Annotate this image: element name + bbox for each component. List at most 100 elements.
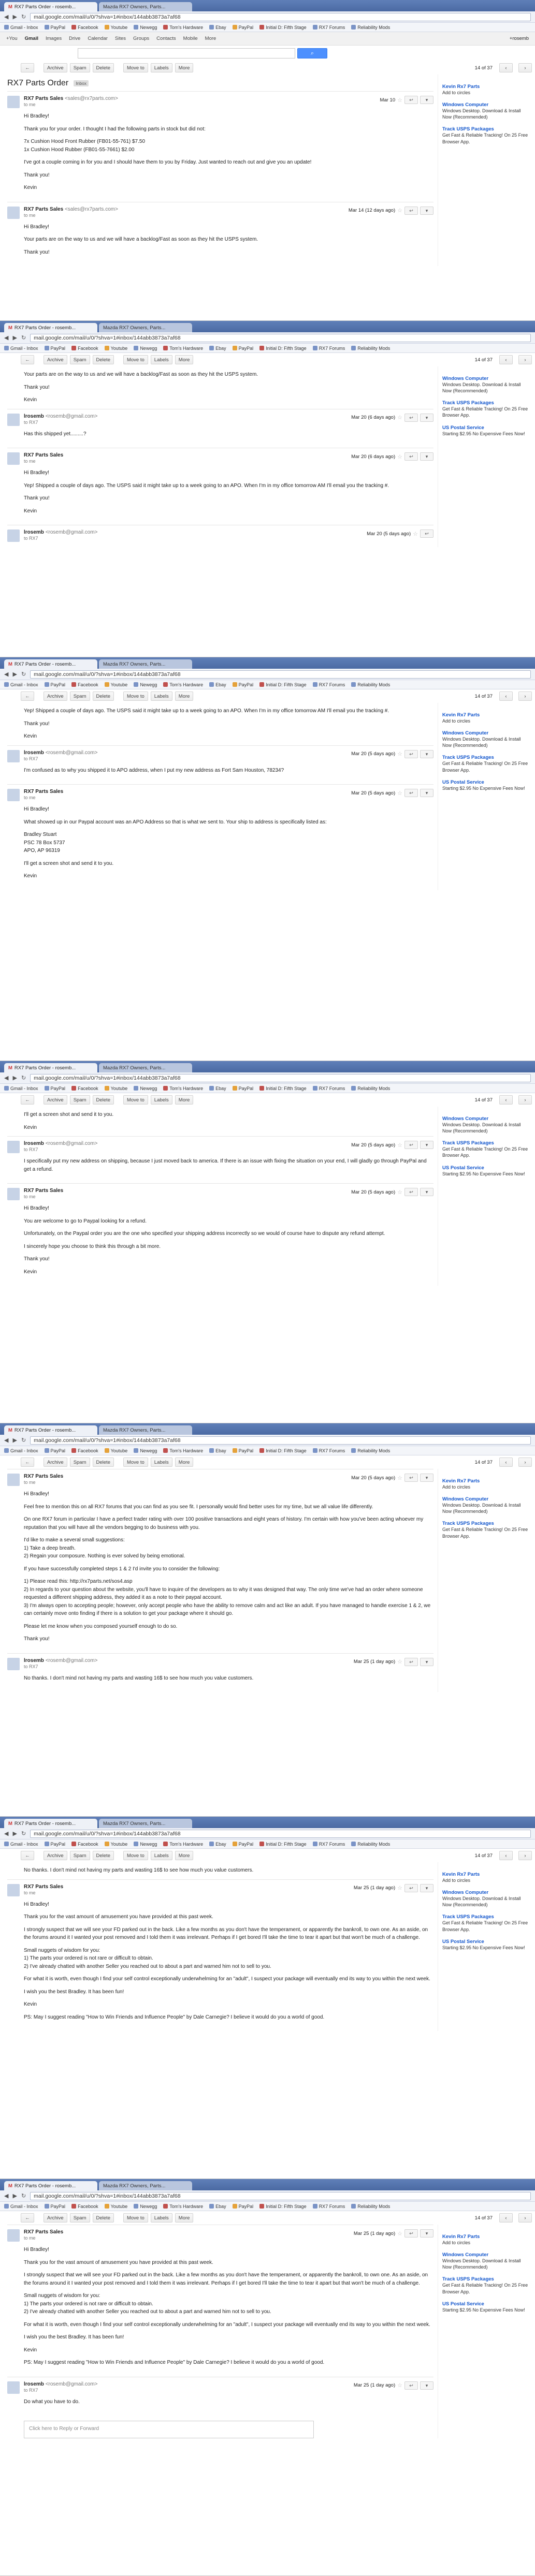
back-to-inbox-button[interactable]: ← [21, 691, 34, 701]
delete-button[interactable]: Delete [92, 63, 114, 72]
message-more-button[interactable]: ▾ [420, 1883, 433, 1892]
back-icon[interactable]: ◀ [4, 671, 8, 678]
forward-icon[interactable]: ▶ [12, 1830, 17, 1837]
user-name[interactable]: +rosemb [510, 36, 529, 41]
bookmark-reliability-mods[interactable]: Reliability Mods [351, 25, 390, 30]
older-button[interactable]: ‹ [499, 1095, 513, 1105]
browser-tab-inactive[interactable]: Mazda RX7 Owners, Parts... [99, 659, 192, 669]
newer-button[interactable]: › [518, 1458, 532, 1467]
labels-button[interactable]: Labels [150, 1095, 172, 1105]
move-to-button[interactable]: Move to [123, 355, 148, 364]
delete-button[interactable]: Delete [92, 691, 114, 701]
move-to-button[interactable]: Move to [123, 63, 148, 72]
browser-tab-inactive[interactable]: Mazda RX7 Owners, Parts... [99, 323, 192, 332]
reply-button[interactable]: ↩ [404, 1883, 418, 1892]
url-input[interactable]: mail.google.com/mail/u/0/?shva=1#inbox/1… [30, 12, 531, 21]
browser-tab-active[interactable]: M RX7 Parts Order - rosemb... [4, 659, 97, 669]
browser-tab-inactive[interactable]: Mazda RX7 Owners, Parts... [99, 1063, 192, 1072]
browser-tab-active[interactable]: M RX7 Parts Order - rosemb... [4, 1425, 97, 1435]
forward-icon[interactable]: ▶ [12, 2192, 17, 2199]
gbar-gmail[interactable]: Gmail [25, 36, 38, 41]
star-icon[interactable]: ☆ [413, 531, 418, 537]
reply-button[interactable]: ↩ [404, 413, 418, 422]
newer-button[interactable]: › [518, 1095, 532, 1105]
browser-tab-active[interactable]: M RX7 Parts Order - rosemb... [4, 2, 97, 11]
gbar-contacts[interactable]: Contacts [156, 36, 176, 41]
star-icon[interactable]: ☆ [397, 453, 402, 460]
sidebar-ad[interactable]: Windows Computer [442, 102, 531, 108]
reply-button[interactable]: ↩ [404, 749, 418, 758]
gbar-sites[interactable]: Sites [115, 36, 126, 41]
labels-button[interactable]: Labels [150, 63, 172, 72]
reload-icon[interactable]: ↻ [21, 13, 26, 20]
reload-icon[interactable]: ↻ [21, 671, 26, 678]
reply-button[interactable]: ↩ [404, 452, 418, 461]
newer-button[interactable]: › [518, 63, 532, 72]
labels-button[interactable]: Labels [150, 2213, 172, 2222]
star-icon[interactable]: ☆ [397, 750, 402, 757]
browser-tab-active[interactable]: M RX7 Parts Order - rosemb... [4, 323, 97, 332]
newer-button[interactable]: › [518, 2213, 532, 2222]
more-button[interactable]: More [175, 1458, 194, 1467]
spam-button[interactable]: Spam [69, 691, 90, 701]
forward-icon[interactable]: ▶ [12, 1074, 17, 1081]
archive-button[interactable]: Archive [44, 1851, 67, 1860]
archive-button[interactable]: Archive [44, 1095, 67, 1105]
spam-button[interactable]: Spam [69, 1095, 90, 1105]
browser-tab-active[interactable]: M RX7 Parts Order - rosemb... [4, 2181, 97, 2190]
move-to-button[interactable]: Move to [123, 1095, 148, 1105]
older-button[interactable]: ‹ [499, 355, 513, 364]
bookmark-paypal[interactable]: PayPal [44, 25, 65, 30]
message-more-button[interactable]: ▾ [420, 1657, 433, 1666]
sidebar-contact[interactable]: Kevin Rx7 Parts [442, 84, 531, 90]
bookmark-gmail[interactable]: Gmail - Inbox [4, 25, 38, 30]
reload-icon[interactable]: ↻ [21, 1830, 26, 1837]
reload-icon[interactable]: ↻ [21, 1437, 26, 1444]
bookmark-rx7-forums[interactable]: RX7 Forums [312, 25, 345, 30]
reply-button[interactable]: ↩ [420, 529, 433, 538]
labels-button[interactable]: Labels [150, 1851, 172, 1860]
search-button[interactable]: ⌕ [297, 48, 327, 58]
reply-button[interactable]: ↩ [404, 2229, 418, 2238]
back-icon[interactable]: ◀ [4, 2192, 8, 2199]
browser-tab-inactive[interactable]: Mazda RX7 Owners, Parts... [99, 2, 192, 11]
browser-tab-inactive[interactable]: Mazda RX7 Owners, Parts... [99, 1425, 192, 1435]
message-more-button[interactable]: ▾ [420, 2229, 433, 2238]
gbar-groups[interactable]: Groups [133, 36, 149, 41]
delete-button[interactable]: Delete [92, 1458, 114, 1467]
url-input[interactable]: mail.google.com/mail/u/0/?shva=1#inbox/1… [30, 2191, 531, 2200]
browser-tab-inactive[interactable]: Mazda RX7 Owners, Parts... [99, 1819, 192, 1828]
url-input[interactable]: mail.google.com/mail/u/0/?shva=1#inbox/1… [30, 1436, 531, 1445]
move-to-button[interactable]: Move to [123, 2213, 148, 2222]
url-input[interactable]: mail.google.com/mail/u/0/?shva=1#inbox/1… [30, 1829, 531, 1838]
reply-button[interactable]: ↩ [404, 1657, 418, 1666]
newer-button[interactable]: › [518, 691, 532, 701]
delete-button[interactable]: Delete [92, 355, 114, 364]
spam-button[interactable]: Spam [69, 1851, 90, 1860]
spam-button[interactable]: Spam [69, 1458, 90, 1467]
bookmark-initial-d[interactable]: Initial D: Fifth Stage [259, 25, 307, 30]
gbar-more[interactable]: More [205, 36, 216, 41]
browser-tab-inactive[interactable]: Mazda RX7 Owners, Parts... [99, 2181, 192, 2190]
star-icon[interactable]: ☆ [397, 1189, 402, 1196]
newer-button[interactable]: › [518, 355, 532, 364]
back-icon[interactable]: ◀ [4, 1074, 8, 1081]
delete-button[interactable]: Delete [92, 2213, 114, 2222]
star-icon[interactable]: ☆ [397, 97, 402, 104]
inbox-label-chip[interactable]: Inbox [74, 80, 89, 86]
bookmark-paypal-2[interactable]: PayPal [232, 25, 253, 30]
more-button[interactable]: More [175, 63, 194, 72]
back-icon[interactable]: ◀ [4, 334, 8, 341]
message-more-button[interactable]: ▾ [420, 413, 433, 422]
labels-button[interactable]: Labels [150, 1458, 172, 1467]
browser-tab-active[interactable]: M RX7 Parts Order - rosemb... [4, 1063, 97, 1072]
older-button[interactable]: ‹ [499, 63, 513, 72]
back-to-inbox-button[interactable]: ← [21, 63, 34, 72]
star-icon[interactable]: ☆ [397, 1475, 402, 1481]
gbar-drive[interactable]: Drive [69, 36, 80, 41]
reply-button[interactable]: ↩ [404, 2381, 418, 2390]
forward-icon[interactable]: ▶ [12, 1437, 17, 1444]
message-more-button[interactable]: ▾ [420, 789, 433, 797]
url-input[interactable]: mail.google.com/mail/u/0/?shva=1#inbox/1… [30, 1073, 531, 1082]
more-button[interactable]: More [175, 1095, 194, 1105]
